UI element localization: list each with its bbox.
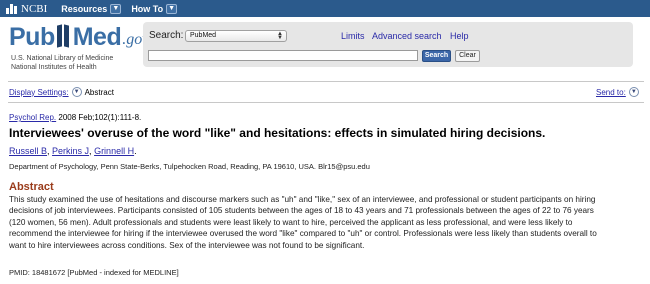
divider (8, 102, 644, 103)
up-down-arrows-icon: ▲ ▼ (277, 31, 283, 41)
pubmed-logo[interactable]: Pub Med .gov (9, 23, 149, 51)
ncbi-brand: NCBI (21, 2, 48, 15)
nlm-line: U.S. National Library of Medicine (11, 55, 114, 62)
logo-pub: Pub (9, 23, 55, 51)
send-to-link[interactable]: Send to: (596, 88, 626, 97)
chevron-down-icon[interactable]: ▼ (71, 87, 82, 97)
help-link[interactable]: Help (450, 31, 469, 41)
abstract-line: This study examined the use of hesitatio… (9, 195, 596, 204)
clear-button[interactable]: Clear (455, 50, 480, 62)
ncbi-topbar: NCBI Resources ▼ How To ▼ (0, 0, 650, 17)
send-to-row: Send to: ▼ (596, 87, 639, 97)
pmid-line: PMID: 18481672 [PubMed - indexed for MED… (9, 268, 179, 277)
abstract-heading: Abstract (9, 181, 54, 193)
journal-link[interactable]: Psychol Rep. (9, 113, 56, 122)
resources-menu[interactable]: Resources ▼ (61, 3, 122, 14)
abstract-line: recommend the interviewee for hiring if … (9, 229, 597, 239)
abstract-text: This study examined the use of hesitatio… (9, 194, 639, 251)
open-book-icon (56, 25, 72, 49)
limits-link[interactable]: Limits (341, 31, 365, 41)
abstract-line: want to hire interviewees across conditi… (9, 240, 365, 250)
how-to-menu[interactable]: How To ▼ (131, 3, 178, 14)
author-link[interactable]: Perkins J (52, 146, 89, 156)
author-link[interactable]: Russell B (9, 146, 47, 156)
ncbi-mark-icon (6, 3, 18, 14)
database-select[interactable]: PubMed ▲ ▼ (185, 30, 287, 42)
database-select-value: PubMed (190, 32, 217, 39)
logo-med: Med (72, 23, 122, 51)
chevron-down-icon[interactable]: ▼ (628, 87, 639, 97)
chevron-down-icon: ▼ (166, 3, 178, 14)
search-panel: Search: PubMed ▲ ▼ Limits Advanced search… (143, 22, 633, 67)
resources-menu-label: Resources (61, 3, 108, 14)
abstract-line: decisions of job interviewees. Participa… (9, 206, 594, 216)
divider (8, 81, 644, 82)
search-input[interactable] (148, 50, 418, 61)
nih-line: National Institutes of Health (11, 64, 97, 71)
display-settings-link[interactable]: Display Settings: (9, 88, 69, 97)
how-to-menu-label: How To (131, 3, 164, 14)
search-label: Search: (149, 30, 184, 41)
display-format: Abstract (84, 87, 114, 97)
ncbi-logo[interactable]: NCBI (6, 3, 47, 15)
citation: Psychol Rep. 2008 Feb;102(1):111-8. (9, 113, 141, 122)
author-list: Russell B, Perkins J, Grinnell H. (9, 146, 137, 156)
advanced-search-link[interactable]: Advanced search (372, 31, 442, 41)
abstract-line: (120 women, 56 men). Adult professionals… (9, 217, 573, 227)
author-link[interactable]: Grinnell H (94, 146, 134, 156)
citation-details: 2008 Feb;102(1):111-8. (56, 113, 142, 122)
display-settings-row: Display Settings: ▼ Abstract (9, 87, 114, 97)
affiliation: Department of Psychology, Penn State-Ber… (9, 162, 370, 171)
pubmed-header: Pub Med .gov U.S. National Library of Me… (0, 17, 650, 75)
article-title: Interviewees' overuse of the word "like"… (9, 126, 546, 140)
chevron-down-icon: ▼ (110, 3, 122, 14)
search-button[interactable]: Search (422, 50, 451, 62)
